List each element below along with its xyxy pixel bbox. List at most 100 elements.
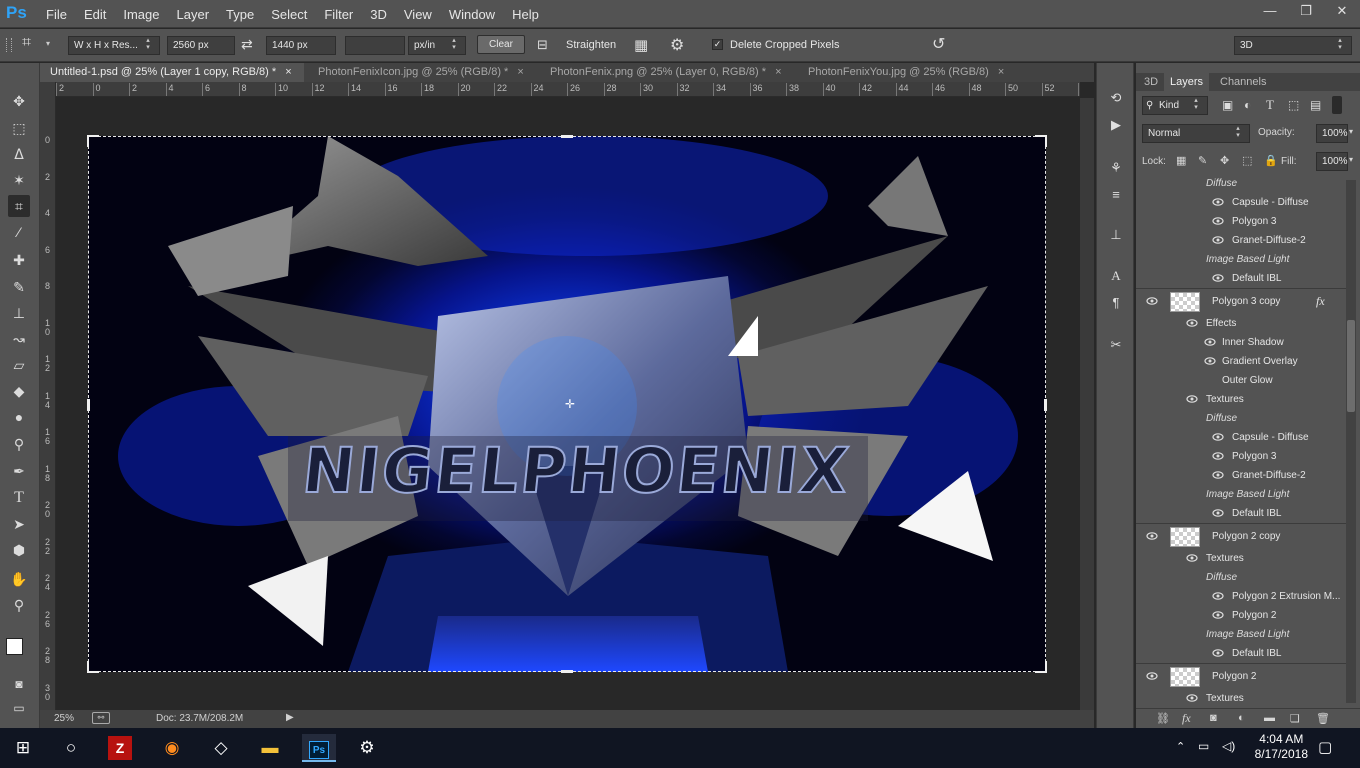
lock-all-icon[interactable]: 🔒 (1264, 154, 1278, 167)
settings-gear-icon[interactable]: ⚙ (352, 734, 382, 762)
effect-item-row[interactable]: Outer Glow (1136, 371, 1346, 390)
restore-button[interactable]: ❐ (1288, 0, 1324, 22)
scrollbar-thumb[interactable] (1347, 320, 1355, 412)
texture-item-row[interactable]: Capsule - Diffuse (1136, 428, 1346, 447)
quick-select-tool-icon[interactable]: ✶ (8, 169, 30, 191)
layer-row[interactable]: Polygon 2 (1136, 663, 1346, 689)
layer-row[interactable]: Polygon 3 copy fx (1136, 288, 1346, 314)
delete-cropped-checkbox[interactable]: ✓ (712, 39, 723, 50)
tab-untitled-1[interactable]: Untitled-1.psd @ 25% (Layer 1 copy, RGB/… (40, 63, 304, 82)
tab-close-icon[interactable]: × (998, 66, 1004, 78)
delete-cropped-label[interactable]: Delete Cropped Pixels (730, 39, 839, 51)
eye-icon[interactable] (1146, 296, 1158, 306)
add-mask-icon[interactable]: ◙ (1210, 712, 1217, 724)
history-icon[interactable]: ⟲ (1106, 88, 1126, 108)
texture-item-row[interactable]: Polygon 3 (1136, 212, 1346, 231)
canvas-scrollbar[interactable] (1080, 98, 1094, 710)
tab-photonfenixicon[interactable]: PhotonFenixIcon.jpg @ 25% (RGB/8) * × (308, 63, 536, 82)
layers-list[interactable]: Diffuse Capsule - Diffuse Polygon 3 Granet-… (1136, 174, 1346, 707)
healing-brush-tool-icon[interactable]: ✚ (8, 249, 30, 271)
effects-group-row[interactable]: Textures (1136, 390, 1346, 409)
texture-item-row[interactable]: Capsule - Diffuse (1136, 193, 1346, 212)
fill-input[interactable]: 100% (1316, 152, 1348, 171)
texture-category-row[interactable]: Image Based Light (1136, 625, 1346, 644)
reset-icon[interactable]: ↺ (932, 34, 945, 54)
quick-mask-icon[interactable]: ◙ (8, 673, 30, 695)
menu-image[interactable]: Image (123, 7, 168, 22)
clock[interactable]: 4:04 AM 8/17/2018 (1255, 732, 1308, 762)
photoshop-taskbar-icon[interactable]: Ps (302, 734, 336, 762)
path-select-tool-icon[interactable]: ➤ (8, 513, 30, 535)
eye-icon[interactable] (1212, 216, 1224, 226)
layer-row[interactable]: Polygon 2 copy (1136, 523, 1346, 549)
eye-icon[interactable] (1212, 432, 1224, 442)
tab-close-icon[interactable]: × (517, 66, 523, 78)
menu-file[interactable]: File (46, 7, 76, 22)
menu-3d[interactable]: 3D (370, 7, 396, 22)
unity-icon[interactable]: ◇ (206, 734, 236, 762)
filter-shape-icon[interactable]: ⬚ (1288, 98, 1299, 112)
blend-mode-select[interactable]: Normal (1142, 124, 1250, 143)
texture-category-row[interactable]: Diffuse (1136, 409, 1346, 428)
straighten-icon[interactable]: ⊟ (537, 37, 548, 53)
canvas-area[interactable]: NIGELPHOENIX ✛ (57, 98, 1080, 710)
fx-icon[interactable]: fx (1182, 711, 1191, 726)
type-tool-icon[interactable]: T (8, 487, 30, 509)
layers-scrollbar[interactable] (1346, 180, 1356, 703)
crop-tool-icon[interactable]: ⌗ (8, 195, 30, 217)
pen-tool-icon[interactable]: ✒ (8, 460, 30, 482)
fx-badge[interactable]: fx (1316, 294, 1325, 309)
menu-window[interactable]: Window (449, 7, 504, 22)
start-windows-icon[interactable]: ⊞ (8, 734, 38, 762)
eye-icon[interactable] (1212, 451, 1224, 461)
lock-image-icon[interactable]: ✎ (1198, 154, 1207, 167)
brush-settings-icon[interactable]: ≡ (1106, 185, 1126, 205)
eye-icon[interactable] (1212, 591, 1224, 601)
unit-select[interactable]: px/in (408, 36, 466, 55)
filter-smart-object-icon[interactable]: ▤ (1310, 98, 1321, 112)
eye-icon[interactable] (1212, 648, 1224, 658)
lasso-tool-icon[interactable]: ᐃ (8, 143, 30, 165)
menu-type[interactable]: Type (226, 7, 263, 22)
notification-icon[interactable]: ▢ (1318, 738, 1332, 756)
menu-view[interactable]: View (404, 7, 441, 22)
opacity-input[interactable]: 100% (1316, 124, 1348, 143)
filezilla-icon[interactable]: Z (108, 736, 132, 760)
actions-play-icon[interactable]: ▶ (1106, 115, 1126, 135)
texture-item-row[interactable]: Polygon 3 (1136, 447, 1346, 466)
grid-overlay-icon[interactable]: ▦ (634, 36, 648, 54)
effects-group-row[interactable]: Textures (1136, 689, 1346, 707)
crop-tool-icon[interactable]: ⌗ (22, 34, 31, 52)
marquee-tool-icon[interactable]: ⬚ (8, 117, 30, 139)
blur-tool-icon[interactable]: ● (8, 406, 30, 428)
height-input[interactable]: 1440 px (266, 36, 336, 55)
eye-icon[interactable] (1146, 531, 1158, 541)
lock-transparent-icon[interactable]: ▦ (1176, 154, 1186, 167)
brush-presets-icon[interactable]: ⚘ (1106, 158, 1126, 178)
filter-kind-select[interactable]: ⚲ Kind (1142, 96, 1208, 115)
chevron-down-icon[interactable]: ▾ (1349, 127, 1353, 136)
texture-item-row[interactable]: Polygon 2 Extrusion M... (1136, 587, 1346, 606)
menu-select[interactable]: Select (271, 7, 316, 22)
close-button[interactable]: ✕ (1324, 0, 1360, 22)
adjustment-layer-icon[interactable]: ◐ (1238, 712, 1245, 724)
minimize-button[interactable]: — (1252, 0, 1288, 22)
tab-photonfenixyou[interactable]: PhotonFenixYou.jpg @ 25% (RGB/8) × (798, 63, 1022, 82)
move-tool-icon[interactable]: ✥ (8, 90, 30, 112)
status-icon[interactable]: ⚯ (92, 712, 110, 724)
chevron-up-icon[interactable]: ⌃ (1176, 740, 1185, 753)
filter-type-icon[interactable]: T (1266, 97, 1274, 113)
clone-source-icon[interactable]: ⊥ (1106, 225, 1126, 245)
gear-icon[interactable]: ⚙ (670, 35, 684, 55)
eye-icon[interactable] (1186, 693, 1198, 703)
tab-channels[interactable]: Channels (1214, 73, 1272, 91)
tools-icon[interactable]: ✂ (1106, 335, 1126, 355)
group-folder-icon[interactable]: ▬ (1264, 712, 1275, 724)
history-brush-tool-icon[interactable]: ↝ (8, 328, 30, 350)
menu-edit[interactable]: Edit (84, 7, 115, 22)
effects-group-row[interactable]: Effects (1136, 314, 1346, 333)
eye-icon[interactable] (1186, 394, 1198, 404)
tab-close-icon[interactable]: × (775, 66, 781, 78)
hand-tool-icon[interactable]: ✋ (8, 568, 30, 590)
network-icon[interactable]: ▭ (1198, 739, 1209, 753)
